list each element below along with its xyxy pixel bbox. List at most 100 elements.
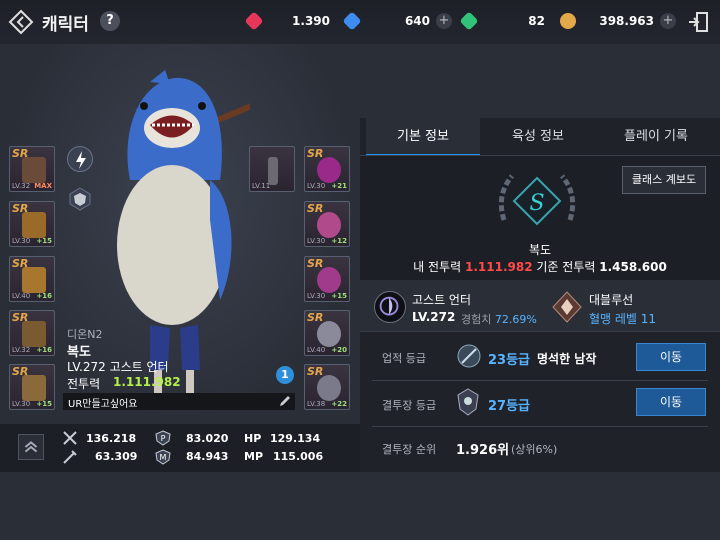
item-level: LV.30 bbox=[12, 237, 31, 245]
item-level: LV.30 bbox=[307, 182, 326, 190]
arena-rank-label: 결투장 순위 bbox=[382, 443, 437, 456]
necklace-icon bbox=[317, 157, 341, 183]
equip-slot-cloak[interactable]: LV.11 bbox=[249, 146, 295, 192]
arena-grade-label: 결투장 등급 bbox=[382, 399, 437, 412]
row-divider bbox=[372, 380, 708, 381]
armor-icon bbox=[22, 267, 46, 293]
tab-basic-info[interactable]: 기본 정보 bbox=[366, 118, 480, 156]
item-level: LV.40 bbox=[307, 346, 326, 354]
earring-icon bbox=[317, 267, 341, 293]
achievement-move-button[interactable]: 이동 bbox=[636, 343, 706, 371]
attack-icon bbox=[63, 431, 77, 445]
stat-magic-attack: 63.309 bbox=[95, 450, 138, 463]
item-enhance: +16 bbox=[36, 292, 52, 300]
notification-badge[interactable]: 1 bbox=[276, 366, 294, 384]
bottom-band bbox=[0, 472, 720, 540]
my-power-label: 내 전투력 bbox=[413, 260, 462, 274]
class-level: LV.272 bbox=[412, 310, 456, 324]
equip-slot-boots[interactable]: SR LV.30 +15 bbox=[9, 364, 55, 410]
red-gem-icon bbox=[244, 11, 264, 31]
stat-attack: 136.218 bbox=[86, 432, 137, 445]
stat-hp: 129.134 bbox=[270, 432, 321, 445]
item-level: LV.30 bbox=[12, 400, 31, 408]
grade-label: SR bbox=[307, 365, 324, 378]
power-label: 전투력 bbox=[67, 377, 101, 391]
guild-message: UR만들고싶어요 bbox=[68, 399, 138, 410]
grade-label: SR bbox=[307, 257, 324, 270]
expand-button[interactable] bbox=[18, 434, 44, 460]
exp-value: 72.69% bbox=[494, 313, 537, 326]
green-gem-icon bbox=[459, 11, 479, 31]
equip-slot-earring-1[interactable]: SR LV.30 +12 bbox=[304, 201, 350, 247]
equip-slot-ring-1[interactable]: SR LV.40 +20 bbox=[304, 310, 350, 356]
lightning-skill-icon[interactable] bbox=[67, 146, 93, 172]
stat-mp: 115.006 bbox=[273, 450, 324, 463]
hp-label: HP bbox=[244, 432, 262, 445]
guild-name[interactable]: 대블루선 bbox=[589, 291, 633, 308]
item-enhance: +15 bbox=[36, 237, 52, 245]
item-level: LV.32 bbox=[12, 346, 31, 354]
earring-icon bbox=[317, 212, 341, 238]
arena-rank-percent: (상위6%) bbox=[511, 443, 558, 456]
arena-badge-icon bbox=[457, 388, 479, 416]
currency-value: 1.390 bbox=[292, 14, 330, 28]
tab-growth-info[interactable]: 육성 정보 bbox=[480, 118, 596, 156]
achievement-title: 명석한 남작 bbox=[537, 352, 597, 366]
currency-gold: 398.963 + bbox=[560, 12, 678, 32]
arena-rank-value: 1.926위 bbox=[456, 443, 510, 458]
exp-label: 경험치 bbox=[461, 313, 492, 326]
item-enhance: +22 bbox=[331, 400, 347, 408]
achievement-grade: 23등급 bbox=[488, 353, 531, 368]
equip-slot-weapon[interactable]: SR LV.32 MAX bbox=[9, 146, 55, 192]
currency-green-gem: 82 bbox=[459, 11, 549, 32]
equip-slot-helmet[interactable]: SR LV.30 +15 bbox=[9, 201, 55, 247]
ring-icon bbox=[317, 375, 341, 401]
class-tree-button[interactable]: 클래스 계보도 bbox=[622, 166, 706, 194]
weapon-icon bbox=[22, 157, 46, 183]
back-icon[interactable] bbox=[8, 9, 34, 35]
boots-icon bbox=[22, 375, 46, 401]
item-enhance: +16 bbox=[36, 346, 52, 354]
power-row: 내 전투력 1.111.982 기준 전투력 1.458.600 bbox=[360, 258, 720, 275]
edit-icon[interactable] bbox=[278, 394, 292, 408]
character-model[interactable] bbox=[110, 70, 250, 400]
currency-value: 640 bbox=[404, 14, 430, 28]
guild-crest-icon[interactable] bbox=[551, 291, 583, 323]
add-gold-button[interactable]: + bbox=[660, 13, 676, 29]
svg-text:M: M bbox=[160, 453, 167, 462]
equip-slot-armor[interactable]: SR LV.40 +16 bbox=[9, 256, 55, 302]
gloves-icon bbox=[22, 321, 46, 347]
guild-level: 혈맹 레벨 11 bbox=[589, 312, 657, 326]
rank-emblem-icon: S bbox=[498, 174, 576, 226]
grade-label: SR bbox=[307, 202, 324, 215]
help-icon[interactable]: ? bbox=[100, 11, 120, 31]
arena-move-button[interactable]: 이동 bbox=[636, 388, 706, 416]
exit-icon[interactable] bbox=[686, 10, 710, 34]
equip-slot-necklace[interactable]: SR LV.30 +21 bbox=[304, 146, 350, 192]
currency-blue-gem: 640 + bbox=[342, 11, 454, 32]
svg-text:P: P bbox=[161, 434, 166, 443]
magic-defense-icon: M bbox=[155, 449, 171, 465]
class-name: 고스트 언터 bbox=[412, 293, 472, 307]
add-blue-gem-button[interactable]: + bbox=[436, 13, 452, 29]
equip-slot-ring-2[interactable]: SR LV.38 +22 bbox=[304, 364, 350, 410]
shield-skill-icon[interactable] bbox=[67, 186, 93, 212]
base-power-label: 기준 전투력 bbox=[536, 260, 596, 274]
currency-value: 82 bbox=[528, 14, 545, 28]
tab-play-record[interactable]: 플레이 기록 bbox=[596, 118, 716, 156]
physical-defense-icon: P bbox=[155, 430, 171, 446]
achievement-label: 업적 등급 bbox=[382, 352, 426, 365]
currency-value: 398.963 bbox=[599, 14, 654, 28]
equip-slot-gloves[interactable]: SR LV.32 +16 bbox=[9, 310, 55, 356]
achievement-badge-icon bbox=[457, 344, 481, 368]
grade-label: SR bbox=[307, 147, 324, 160]
gold-coin-icon bbox=[560, 13, 576, 29]
item-enhance: +20 bbox=[331, 346, 347, 354]
magic-attack-icon bbox=[63, 450, 77, 464]
item-enhance: +12 bbox=[331, 237, 347, 245]
arena-grade: 27등급 bbox=[488, 399, 531, 414]
equip-slot-earring-2[interactable]: SR LV.30 +15 bbox=[304, 256, 350, 302]
character-level-class: LV.272 고스트 언터 bbox=[67, 360, 169, 374]
item-level: LV.30 bbox=[307, 237, 326, 245]
mp-label: MP bbox=[244, 450, 264, 463]
